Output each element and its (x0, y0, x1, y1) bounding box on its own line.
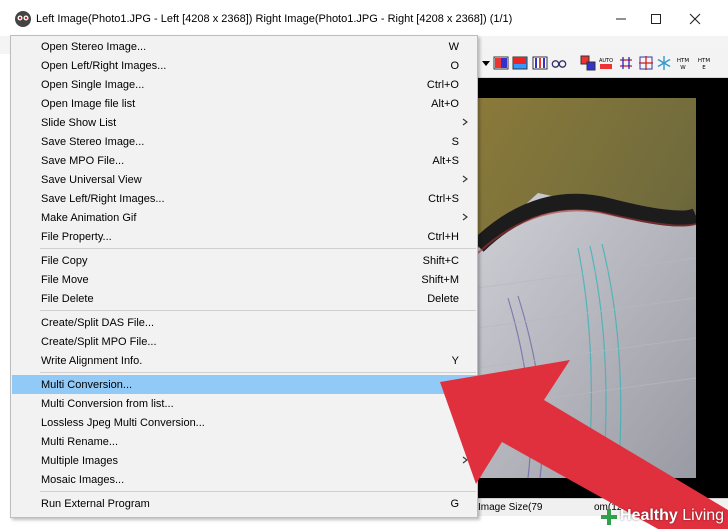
menu-item-file-copy[interactable]: File Copy Shift+C (12, 251, 477, 270)
menu-item-open-image-file-list[interactable]: Open Image file list Alt+O (12, 94, 477, 113)
menu-item-slide-show-list[interactable]: Slide Show List (12, 113, 477, 132)
menu-item-label: File Delete (41, 293, 94, 305)
menu-item-create-split-das-file[interactable]: Create/Split DAS File... (12, 313, 477, 332)
menu-item-create-split-mpo-file[interactable]: Create/Split MPO File... (12, 332, 477, 351)
menu-item-label: File Move (41, 274, 89, 286)
menu-item-label: Make Animation Gif (41, 212, 137, 224)
menu-item-save-mpo-file[interactable]: Save MPO File... Alt+S (12, 151, 477, 170)
menu-item-shortcut: Ctrl+H (427, 231, 459, 243)
svg-text:E: E (702, 65, 706, 71)
menu-item-multi-conversion-from-list[interactable]: Multi Conversion from list... (12, 394, 477, 413)
menu-item-multi-rename[interactable]: Multi Rename... (12, 432, 477, 451)
red-cyan-anaglyph-icon[interactable] (512, 55, 528, 71)
close-button[interactable] (677, 6, 713, 32)
menu-separator (40, 491, 476, 492)
menu-separator (40, 310, 476, 311)
menu-item-file-move[interactable]: File Move Shift+M (12, 270, 477, 289)
menu-item-open-stereo-image[interactable]: Open Stereo Image... W (12, 37, 477, 56)
menu-item-open-single-image[interactable]: Open Single Image... Ctrl+O (12, 75, 477, 94)
watermark-text: Healthy Living (620, 507, 725, 524)
close-icon (689, 13, 701, 25)
svg-text:W: W (680, 65, 686, 71)
snowflake-icon[interactable] (656, 55, 672, 71)
menu-item-label: Open Single Image... (41, 79, 145, 91)
menu-item-shortcut: O (450, 60, 459, 72)
svg-text:HTM: HTM (698, 58, 710, 64)
menu-item-label: Mosaic Images... (41, 474, 125, 486)
menu-item-multi-conversion[interactable]: Multi Conversion... (12, 375, 477, 394)
menu-item-write-alignment-info[interactable]: Write Alignment Info. Y (12, 351, 477, 370)
healthy-living-watermark: Healthy Living (598, 505, 728, 529)
maximize-icon (651, 14, 661, 24)
submenu-arrow-icon (462, 213, 468, 221)
dropdown-arrow-icon[interactable] (478, 55, 494, 71)
menu-item-label: Save Universal View (41, 174, 142, 186)
menu-item-label: Open Image file list (41, 98, 136, 110)
menu-item-label: Save Stereo Image... (41, 136, 145, 148)
submenu-arrow-icon (462, 175, 468, 183)
grid-icon[interactable] (618, 55, 634, 71)
menu-item-label: Save Left/Right Images... (41, 193, 165, 205)
stereo-red-blue-icon[interactable] (493, 55, 509, 71)
menu-item-shortcut: Alt+O (431, 98, 459, 110)
menu-item-label: Lossless Jpeg Multi Conversion... (41, 417, 205, 429)
menu-item-label: Open Left/Right Images... (41, 60, 167, 72)
minimize-icon (616, 18, 626, 20)
menu-item-shortcut: Shift+M (421, 274, 459, 286)
menu-item-shortcut: Ctrl+O (426, 79, 459, 91)
menu-item-lossless-jpeg-multi-conversion[interactable]: Lossless Jpeg Multi Conversion... (12, 413, 477, 432)
app-logo-icon (15, 11, 31, 27)
file-menu: Open Stereo Image... W Open Left/Right I… (10, 35, 478, 518)
menu-item-label: Multi Rename... (41, 436, 119, 448)
menu-item-label: Create/Split DAS File... (41, 317, 155, 329)
menu-item-file-delete[interactable]: File Delete Delete (12, 289, 477, 308)
swap-icon[interactable] (580, 55, 596, 71)
submenu-arrow-icon (462, 118, 468, 126)
menu-separator (40, 372, 476, 373)
menu-item-mosaic-images[interactable]: Mosaic Images... (12, 470, 477, 489)
menu-item-file-property[interactable]: File Property... Ctrl+H (12, 227, 477, 246)
menu-separator (40, 248, 476, 249)
menu-item-label: Multi Conversion... (41, 379, 133, 391)
glasses-icon[interactable] (551, 55, 567, 71)
menu-item-label: Create/Split MPO File... (41, 336, 157, 348)
menu-item-shortcut: Delete (427, 293, 459, 305)
html-export-icon[interactable]: HTMW (675, 55, 691, 71)
menu-item-shortcut: Ctrl+S (428, 193, 459, 205)
interlaced-icon[interactable] (532, 55, 548, 71)
menu-item-shortcut: Alt+S (432, 155, 459, 167)
svg-text:HTM: HTM (677, 58, 689, 64)
title-bar: Left Image(Photo1.JPG - Left [4208 x 236… (0, 0, 728, 36)
menu-item-label: Multiple Images (41, 455, 119, 467)
svg-text:AUTO: AUTO (599, 58, 613, 64)
menu-item-label: Open Stereo Image... (41, 41, 147, 53)
menu-item-save-left-right-images[interactable]: Save Left/Right Images... Ctrl+S (12, 189, 477, 208)
menu-item-multiple-images[interactable]: Multiple Images (12, 451, 477, 470)
menu-item-run-external-program[interactable]: Run External Program G (12, 494, 477, 513)
menu-item-label: File Copy (41, 255, 88, 267)
window-title: Left Image(Photo1.JPG - Left [4208 x 236… (36, 13, 513, 25)
toolbar: AUTO HTM W HTM E (476, 48, 728, 78)
menu-item-save-stereo-image[interactable]: Save Stereo Image... S (12, 132, 477, 151)
menu-item-open-left-right-images[interactable]: Open Left/Right Images... O (12, 56, 477, 75)
menu-item-label: Save MPO File... (41, 155, 125, 167)
menu-item-shortcut: W (448, 41, 459, 53)
crosshair-icon[interactable] (638, 55, 654, 71)
menu-item-label: File Property... (41, 231, 112, 243)
menu-item-label: Run External Program (41, 498, 150, 510)
red-pointer-arrow (440, 360, 728, 529)
menu-item-shortcut: Shift+C (422, 255, 459, 267)
auto-align-icon[interactable]: AUTO (598, 55, 614, 71)
menu-item-label: Write Alignment Info. (41, 355, 143, 367)
plus-logo-icon (601, 509, 617, 525)
menu-item-make-animation-gif[interactable]: Make Animation Gif (12, 208, 477, 227)
menu-item-save-universal-view[interactable]: Save Universal View (12, 170, 477, 189)
html-export-e-icon[interactable]: HTME (696, 55, 712, 71)
menu-item-shortcut: S (451, 136, 459, 148)
menu-item-label: Slide Show List (41, 117, 117, 129)
minimize-button[interactable] (603, 6, 639, 32)
menu-item-label: Multi Conversion from list... (41, 398, 174, 410)
maximize-button[interactable] (638, 6, 674, 32)
